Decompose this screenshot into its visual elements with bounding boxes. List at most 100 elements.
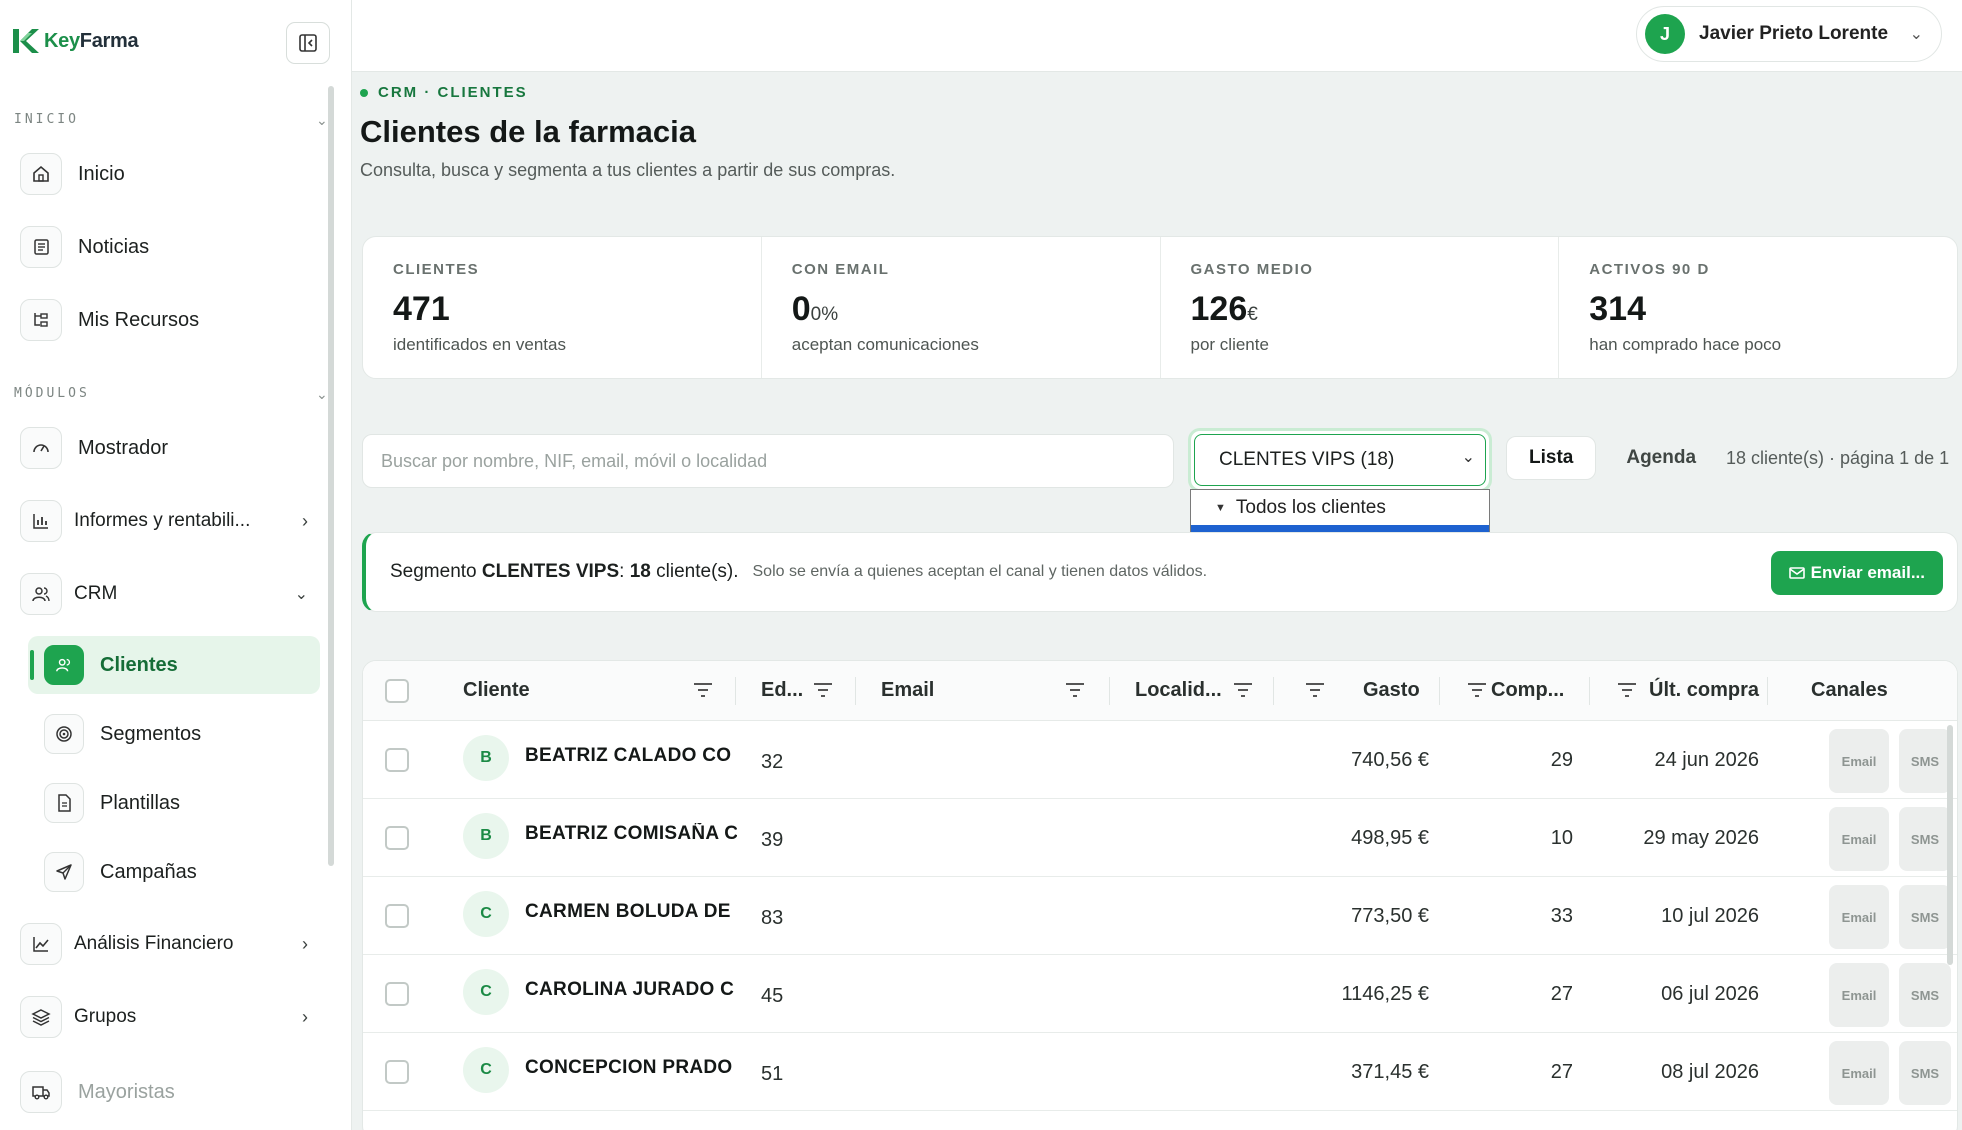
- row-checkbox[interactable]: [385, 1060, 409, 1084]
- chevron-down-icon[interactable]: ⌄: [316, 112, 328, 129]
- sidebar-scrollbar[interactable]: [328, 86, 334, 866]
- column-header-email[interactable]: Email: [881, 679, 934, 702]
- row-checkbox[interactable]: [385, 904, 409, 928]
- tab-agenda[interactable]: Agenda: [1604, 436, 1718, 480]
- column-header-cliente[interactable]: Cliente: [463, 679, 530, 702]
- table-scrollbar[interactable]: [1947, 725, 1953, 965]
- filter-icon[interactable]: [1467, 681, 1487, 699]
- stat-label: GASTO MEDIO: [1190, 261, 1314, 278]
- select-all-checkbox[interactable]: [385, 679, 409, 703]
- column-header-ultima-compra[interactable]: Últ. compra: [1649, 679, 1759, 702]
- client-name[interactable]: CARMEN BOLUDA DE: [525, 901, 737, 923]
- channel-email-badge: Email: [1829, 807, 1889, 871]
- nav-item-mostrador[interactable]: Mostrador: [20, 418, 320, 478]
- filter-icon[interactable]: [1065, 681, 1085, 699]
- table-row[interactable]: B BEATRIZ COMISAÑA C 39 498,95 € 10 29 m…: [363, 799, 1957, 877]
- channel-sms-badge: SMS: [1899, 1041, 1951, 1105]
- gauge-icon: [20, 427, 62, 469]
- results-info: 18 cliente(s) · página 1 de 1: [1726, 448, 1950, 468]
- column-header-edad[interactable]: Ed...: [761, 679, 803, 702]
- truck-icon: [20, 1071, 62, 1113]
- tab-lista[interactable]: Lista: [1506, 436, 1597, 480]
- stat-desc: aceptan comunicaciones: [791, 335, 979, 354]
- nav-item-informes[interactable]: Informes y rentabili... ›: [20, 491, 320, 551]
- nav-label: Clientes: [100, 653, 178, 676]
- section-label-modulos: MÓDULOS: [14, 386, 90, 401]
- column-header-canales: Canales: [1811, 679, 1888, 701]
- nav-item-inicio[interactable]: Inicio: [20, 144, 320, 204]
- filter-icon[interactable]: [1233, 681, 1253, 699]
- sidebar-item-clientes[interactable]: Clientes: [28, 636, 320, 694]
- column-divider: [1589, 677, 1590, 705]
- chevron-down-icon[interactable]: ⌄: [316, 386, 328, 403]
- user-name: Javier Prieto Lorente: [1699, 23, 1889, 44]
- filter-icon[interactable]: [813, 681, 833, 699]
- channel-sms-badge: SMS: [1899, 807, 1951, 871]
- filter-icon[interactable]: [1617, 681, 1637, 699]
- users-icon: [20, 573, 62, 615]
- nav-item-grupos[interactable]: Grupos ›: [20, 987, 320, 1047]
- client-name[interactable]: CAROLINA JURADO C: [525, 979, 737, 1001]
- table-row[interactable]: C CONCEPCION PRADO 51 371,45 € 27 08 jul…: [363, 1033, 1957, 1111]
- nav-item-analisis-financiero[interactable]: Análisis Financiero ›: [20, 914, 320, 974]
- column-header-localidad[interactable]: Localid...: [1135, 679, 1222, 702]
- dropdown-option-todos[interactable]: ▼ Todos los clientes: [1191, 490, 1489, 525]
- status-dot-icon: [360, 88, 368, 97]
- row-checkbox[interactable]: [385, 748, 409, 772]
- nav-item-crm[interactable]: CRM ⌄: [20, 564, 320, 624]
- stat-desc: identificados en ventas: [393, 335, 566, 354]
- client-gasto: 1146,25 €: [1341, 983, 1430, 1005]
- client-ultima-compra: 08 jul 2026: [1661, 1061, 1759, 1083]
- table-row[interactable]: B BEATRIZ CALADO CO 32 740,56 € 29 24 ju…: [363, 721, 1957, 799]
- stat-clientes: CLIENTES 471 identificados en ventas: [363, 237, 762, 378]
- nav-label: Mayoristas: [78, 1080, 175, 1103]
- table-row[interactable]: C CAROLINA JURADO C 45 1146,25 € 27 06 j…: [363, 955, 1957, 1033]
- column-header-compras[interactable]: Comp...: [1491, 679, 1564, 702]
- stat-activos: ACTIVOS 90 D 314 han comprado hace poco: [1559, 237, 1957, 378]
- filter-icon[interactable]: [1305, 681, 1325, 699]
- segment-select[interactable]: CLENTES VIPS (18) ⌄: [1188, 428, 1492, 492]
- nav-label: Informes y rentabili...: [74, 510, 251, 531]
- brand-logo[interactable]: KeyFarma: [10, 26, 139, 56]
- sidebar-item-campanas[interactable]: Campañas: [44, 843, 320, 901]
- filter-icon[interactable]: [693, 681, 713, 699]
- client-gasto: 371,45 €: [1351, 1061, 1429, 1083]
- target-icon: [44, 714, 84, 754]
- search-input[interactable]: [362, 434, 1174, 488]
- client-gasto: 740,56 €: [1351, 749, 1429, 771]
- client-name[interactable]: BEATRIZ COMISAÑA C: [525, 823, 737, 845]
- avatar: C: [463, 891, 509, 937]
- client-name[interactable]: CONCEPCION PRADO: [525, 1057, 737, 1079]
- stat-value: 126€: [1190, 290, 1258, 328]
- column-divider: [1273, 677, 1274, 705]
- stat-con-email: CON EMAIL 00% aceptan comunicaciones: [762, 237, 1161, 378]
- client-age: 32: [761, 751, 784, 773]
- stat-label: CLIENTES: [393, 261, 480, 278]
- row-checkbox[interactable]: [385, 826, 409, 850]
- nav-item-noticias[interactable]: Noticias: [20, 217, 320, 277]
- client-age: 51: [761, 1063, 784, 1085]
- document-icon: [44, 783, 84, 823]
- client-name[interactable]: BEATRIZ CALADO CO: [525, 745, 737, 767]
- client-compras: 10: [1550, 827, 1573, 849]
- channel-sms-badge: SMS: [1899, 963, 1951, 1027]
- client-compras: 29: [1550, 749, 1573, 771]
- user-menu[interactable]: J Javier Prieto Lorente ⌄: [1636, 6, 1942, 62]
- sidebar-item-segmentos[interactable]: Segmentos: [44, 705, 320, 763]
- row-checkbox[interactable]: [385, 982, 409, 1006]
- newspaper-icon: [20, 226, 62, 268]
- nav-label: Mostrador: [78, 436, 169, 459]
- nav-label: Análisis Financiero: [74, 933, 234, 954]
- client-age: 45: [761, 985, 784, 1007]
- sidebar-item-plantillas[interactable]: Plantillas: [44, 774, 320, 832]
- nav-item-mayoristas[interactable]: Mayoristas: [20, 1062, 320, 1122]
- send-email-button[interactable]: Enviar email...: [1770, 551, 1943, 595]
- collapse-sidebar-button[interactable]: [286, 22, 330, 64]
- table-row[interactable]: C CARMEN BOLUDA DE 83 773,50 € 33 10 jul…: [363, 877, 1957, 955]
- column-header-gasto[interactable]: Gasto: [1363, 679, 1420, 702]
- client-compras: 27: [1550, 1061, 1573, 1083]
- client-age: 39: [761, 829, 784, 851]
- view-toggle: Lista Agenda: [1506, 436, 1718, 480]
- column-divider: [855, 677, 856, 705]
- nav-item-mis-recursos[interactable]: Mis Recursos: [20, 290, 320, 350]
